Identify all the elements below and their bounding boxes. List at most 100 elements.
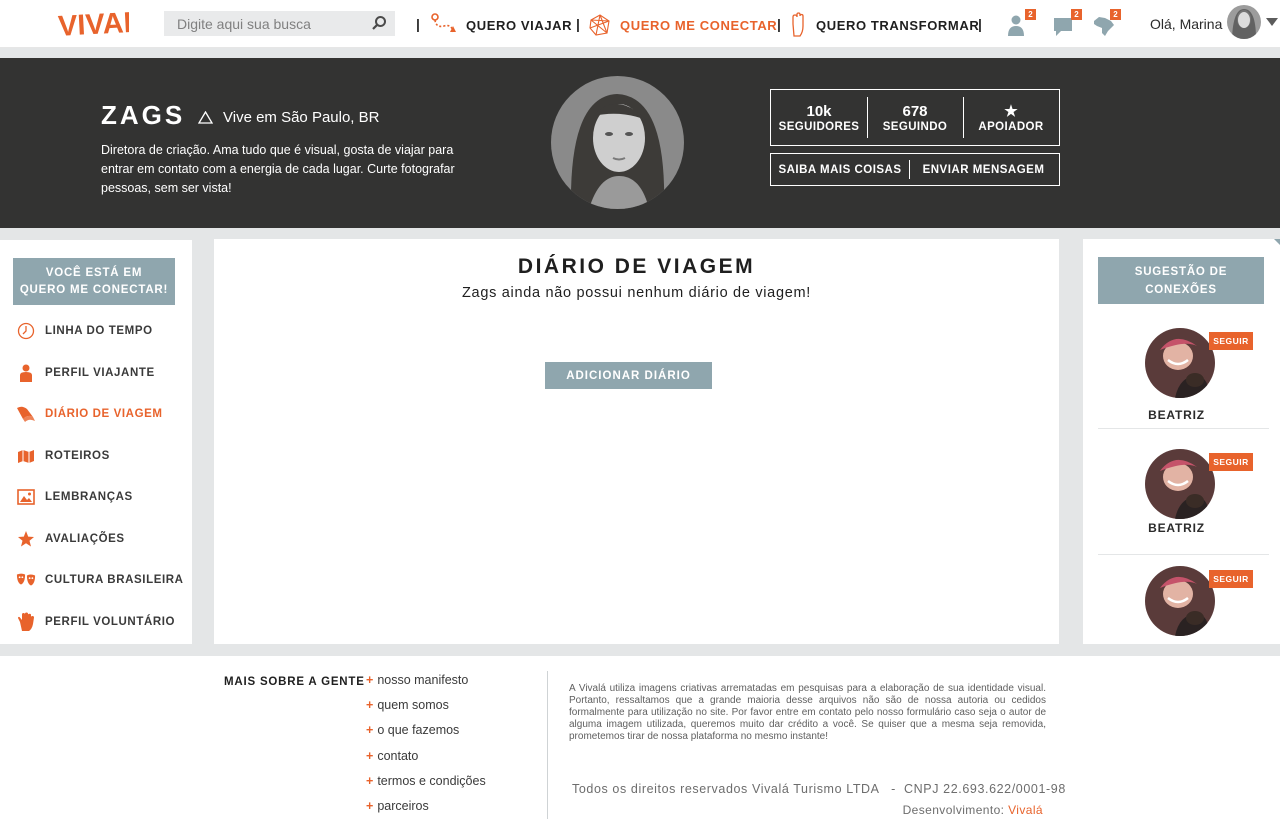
friend-requests-button[interactable]: 2 xyxy=(1006,9,1036,39)
user-avatar[interactable] xyxy=(1227,5,1261,39)
profile-name: ZAGS xyxy=(101,100,186,130)
plus-icon: + xyxy=(366,748,374,763)
context-line: VOCÊ ESTÁ EM xyxy=(45,267,143,279)
corner-marker xyxy=(1274,239,1280,245)
profile-photo xyxy=(551,76,684,209)
footer: MAIS SOBRE A GENTE + nosso manifesto + que… xyxy=(0,656,1280,831)
developer-credit: Desenvolvimento: Vivalá xyxy=(903,803,1043,817)
footer-link-parceiros[interactable]: parceiros xyxy=(377,799,428,813)
nav-quero-viajar[interactable]: QUERO VIAJAR xyxy=(430,8,572,42)
sidebar-item-cultura-brasileira[interactable]: CULTURA BRASILEIRA xyxy=(16,567,184,593)
footer-disclaimer: A Vivalá utiliza imagens criativas arrem… xyxy=(569,683,1046,742)
suggestion-name: BEATRIZ xyxy=(1148,408,1205,422)
divider xyxy=(1098,554,1269,555)
suggestions-title: SUGESTÃO DE CONEXÕES xyxy=(1098,257,1264,304)
user-greeting: Olá, Marina xyxy=(1150,16,1223,32)
supporter-label: APOIADOR xyxy=(978,121,1044,133)
add-diary-button[interactable]: ADICIONAR DIÁRIO xyxy=(545,362,712,389)
main-content: DIÁRIO DE VIAGEM Zags ainda não possui n… xyxy=(214,239,1059,644)
sidebar-item-perfil-voluntario[interactable]: PERFIL VOLUNTÁRIO xyxy=(16,609,175,635)
suggestion-card: SEGUIR BEATRIZ xyxy=(1098,449,1269,559)
suggestion-avatar[interactable] xyxy=(1145,328,1215,398)
suggestion-name: BEATRIZ xyxy=(1148,521,1205,535)
followers-count: 10k xyxy=(806,102,832,120)
clock-icon xyxy=(17,322,35,340)
sidebar-item-label: ROTEIROS xyxy=(45,450,110,462)
sidebar-item-roteiros[interactable]: ROTEIROS xyxy=(16,443,110,469)
followers-stat[interactable]: 10k SEGUIDORES xyxy=(771,90,867,145)
sidebar-item-perfil-viajante[interactable]: PERFIL VIAJANTE xyxy=(16,360,155,386)
location-text: Vive em São Paulo, BR xyxy=(223,109,380,126)
more-info-button[interactable]: SAIBA MAIS COISAS xyxy=(771,154,909,185)
picture-icon xyxy=(17,489,35,505)
following-stat[interactable]: 678 SEGUINDO xyxy=(867,90,963,145)
footer-link-item: + termos e condições xyxy=(366,774,486,799)
plus-icon: + xyxy=(366,723,374,738)
suggestion-avatar[interactable] xyxy=(1145,566,1215,636)
person-icon xyxy=(20,364,32,382)
developer-link[interactable]: Vivalá xyxy=(1008,803,1043,817)
nav-label: QUERO VIAJAR xyxy=(466,17,573,33)
search-input[interactable] xyxy=(164,11,395,36)
map-notifications-button[interactable]: 2 xyxy=(1091,9,1121,39)
route-icon xyxy=(431,13,456,33)
nav-separator: | xyxy=(777,16,781,32)
top-bar: VIVALÁ | QUERO VIAJAR | QUERO ME CONECTA… xyxy=(0,0,1280,48)
footer-link-manifesto[interactable]: nosso manifesto xyxy=(377,673,468,687)
send-message-button[interactable]: ENVIAR MENSAGEM xyxy=(909,154,1058,185)
sidebar-item-label: DIÁRIO DE VIAGEM xyxy=(45,408,163,420)
search-icon[interactable] xyxy=(371,15,387,31)
chevron-down-icon[interactable] xyxy=(1266,18,1278,26)
sidebar-item-diario-de-viagem[interactable]: DIÁRIO DE VIAGEM xyxy=(16,401,163,427)
supporter-stat[interactable]: ★ APOIADOR xyxy=(963,90,1059,145)
footer-link-item: + parceiros xyxy=(366,799,486,824)
footer-link-item: + quem somos xyxy=(366,698,486,723)
profile-header: ZAGS Vive em São Paulo, BR Diretora de c… xyxy=(0,58,1280,228)
network-icon xyxy=(589,14,610,36)
footer-link-termos[interactable]: termos e condições xyxy=(377,774,485,788)
follow-button[interactable]: SEGUIR xyxy=(1209,570,1253,588)
notification-badge: 2 xyxy=(1025,9,1036,20)
sidebar-item-label: CULTURA BRASILEIRA xyxy=(45,574,184,586)
follow-button[interactable]: SEGUIR xyxy=(1209,332,1253,350)
profile-bio: Diretora de criação. Ama tudo que é visu… xyxy=(101,143,455,195)
notification-badge: 2 xyxy=(1071,9,1082,20)
plus-icon: + xyxy=(366,673,374,687)
nav-quero-me-conectar[interactable]: QUERO ME CONECTAR xyxy=(588,8,777,42)
triangle-icon xyxy=(198,111,213,124)
star-icon xyxy=(18,531,34,547)
follow-button[interactable]: SEGUIR xyxy=(1209,453,1253,471)
sidebar-item-avaliacoes[interactable]: AVALIAÇÕES xyxy=(16,526,125,552)
raised-hand-icon xyxy=(18,612,34,631)
footer-link-o-que-fazemos[interactable]: o que fazemos xyxy=(377,723,459,737)
vivala-logo[interactable]: VIVALÁ xyxy=(57,4,129,42)
suggestion-card: SEGUIR BEATRIZ xyxy=(1098,328,1269,438)
suggestion-avatar[interactable] xyxy=(1145,449,1215,519)
following-count: 678 xyxy=(902,102,928,120)
sidebar-item-lembrancas[interactable]: LEMBRANÇAS xyxy=(16,484,133,510)
copyright-text: Todos os direitos reservados Vivalá Turi… xyxy=(572,782,1066,796)
sidebar-item-linha-do-tempo[interactable]: LINHA DO TEMPO xyxy=(16,318,153,344)
footer-link-quem-somos[interactable]: quem somos xyxy=(377,698,449,712)
nav-separator: | xyxy=(416,16,420,32)
sidebar-item-label: AVALIAÇÕES xyxy=(45,533,125,545)
hand-icon xyxy=(792,12,804,37)
footer-link-item: + contato xyxy=(366,749,486,774)
developer-label: Desenvolvimento: xyxy=(902,803,1005,817)
svg-text:VIVALÁ: VIVALÁ xyxy=(57,4,129,42)
book-icon xyxy=(17,406,35,422)
page-title: DIÁRIO DE VIAGEM xyxy=(517,255,756,278)
nav-label: QUERO TRANSFORMAR xyxy=(816,17,980,33)
suggestions-title-line: CONEXÕES xyxy=(1145,284,1217,296)
nav-label: QUERO ME CONECTAR xyxy=(620,17,778,33)
footer-heading: MAIS SOBRE A GENTE xyxy=(224,676,365,688)
nav-quero-transformar[interactable]: QUERO TRANSFORMAR xyxy=(788,8,979,42)
followers-label: SEGUIDORES xyxy=(778,120,860,133)
sidebar-item-label: LEMBRANÇAS xyxy=(45,491,133,503)
context-line: QUERO ME CONECTAR! xyxy=(19,284,169,296)
messages-button[interactable]: 2 xyxy=(1052,9,1082,39)
plus-icon: + xyxy=(366,698,374,713)
footer-link-contato[interactable]: contato xyxy=(377,749,418,763)
context-banner: VOCÊ ESTÁ EM QUERO ME CONECTAR! xyxy=(13,258,175,305)
plus-icon: + xyxy=(366,773,374,788)
